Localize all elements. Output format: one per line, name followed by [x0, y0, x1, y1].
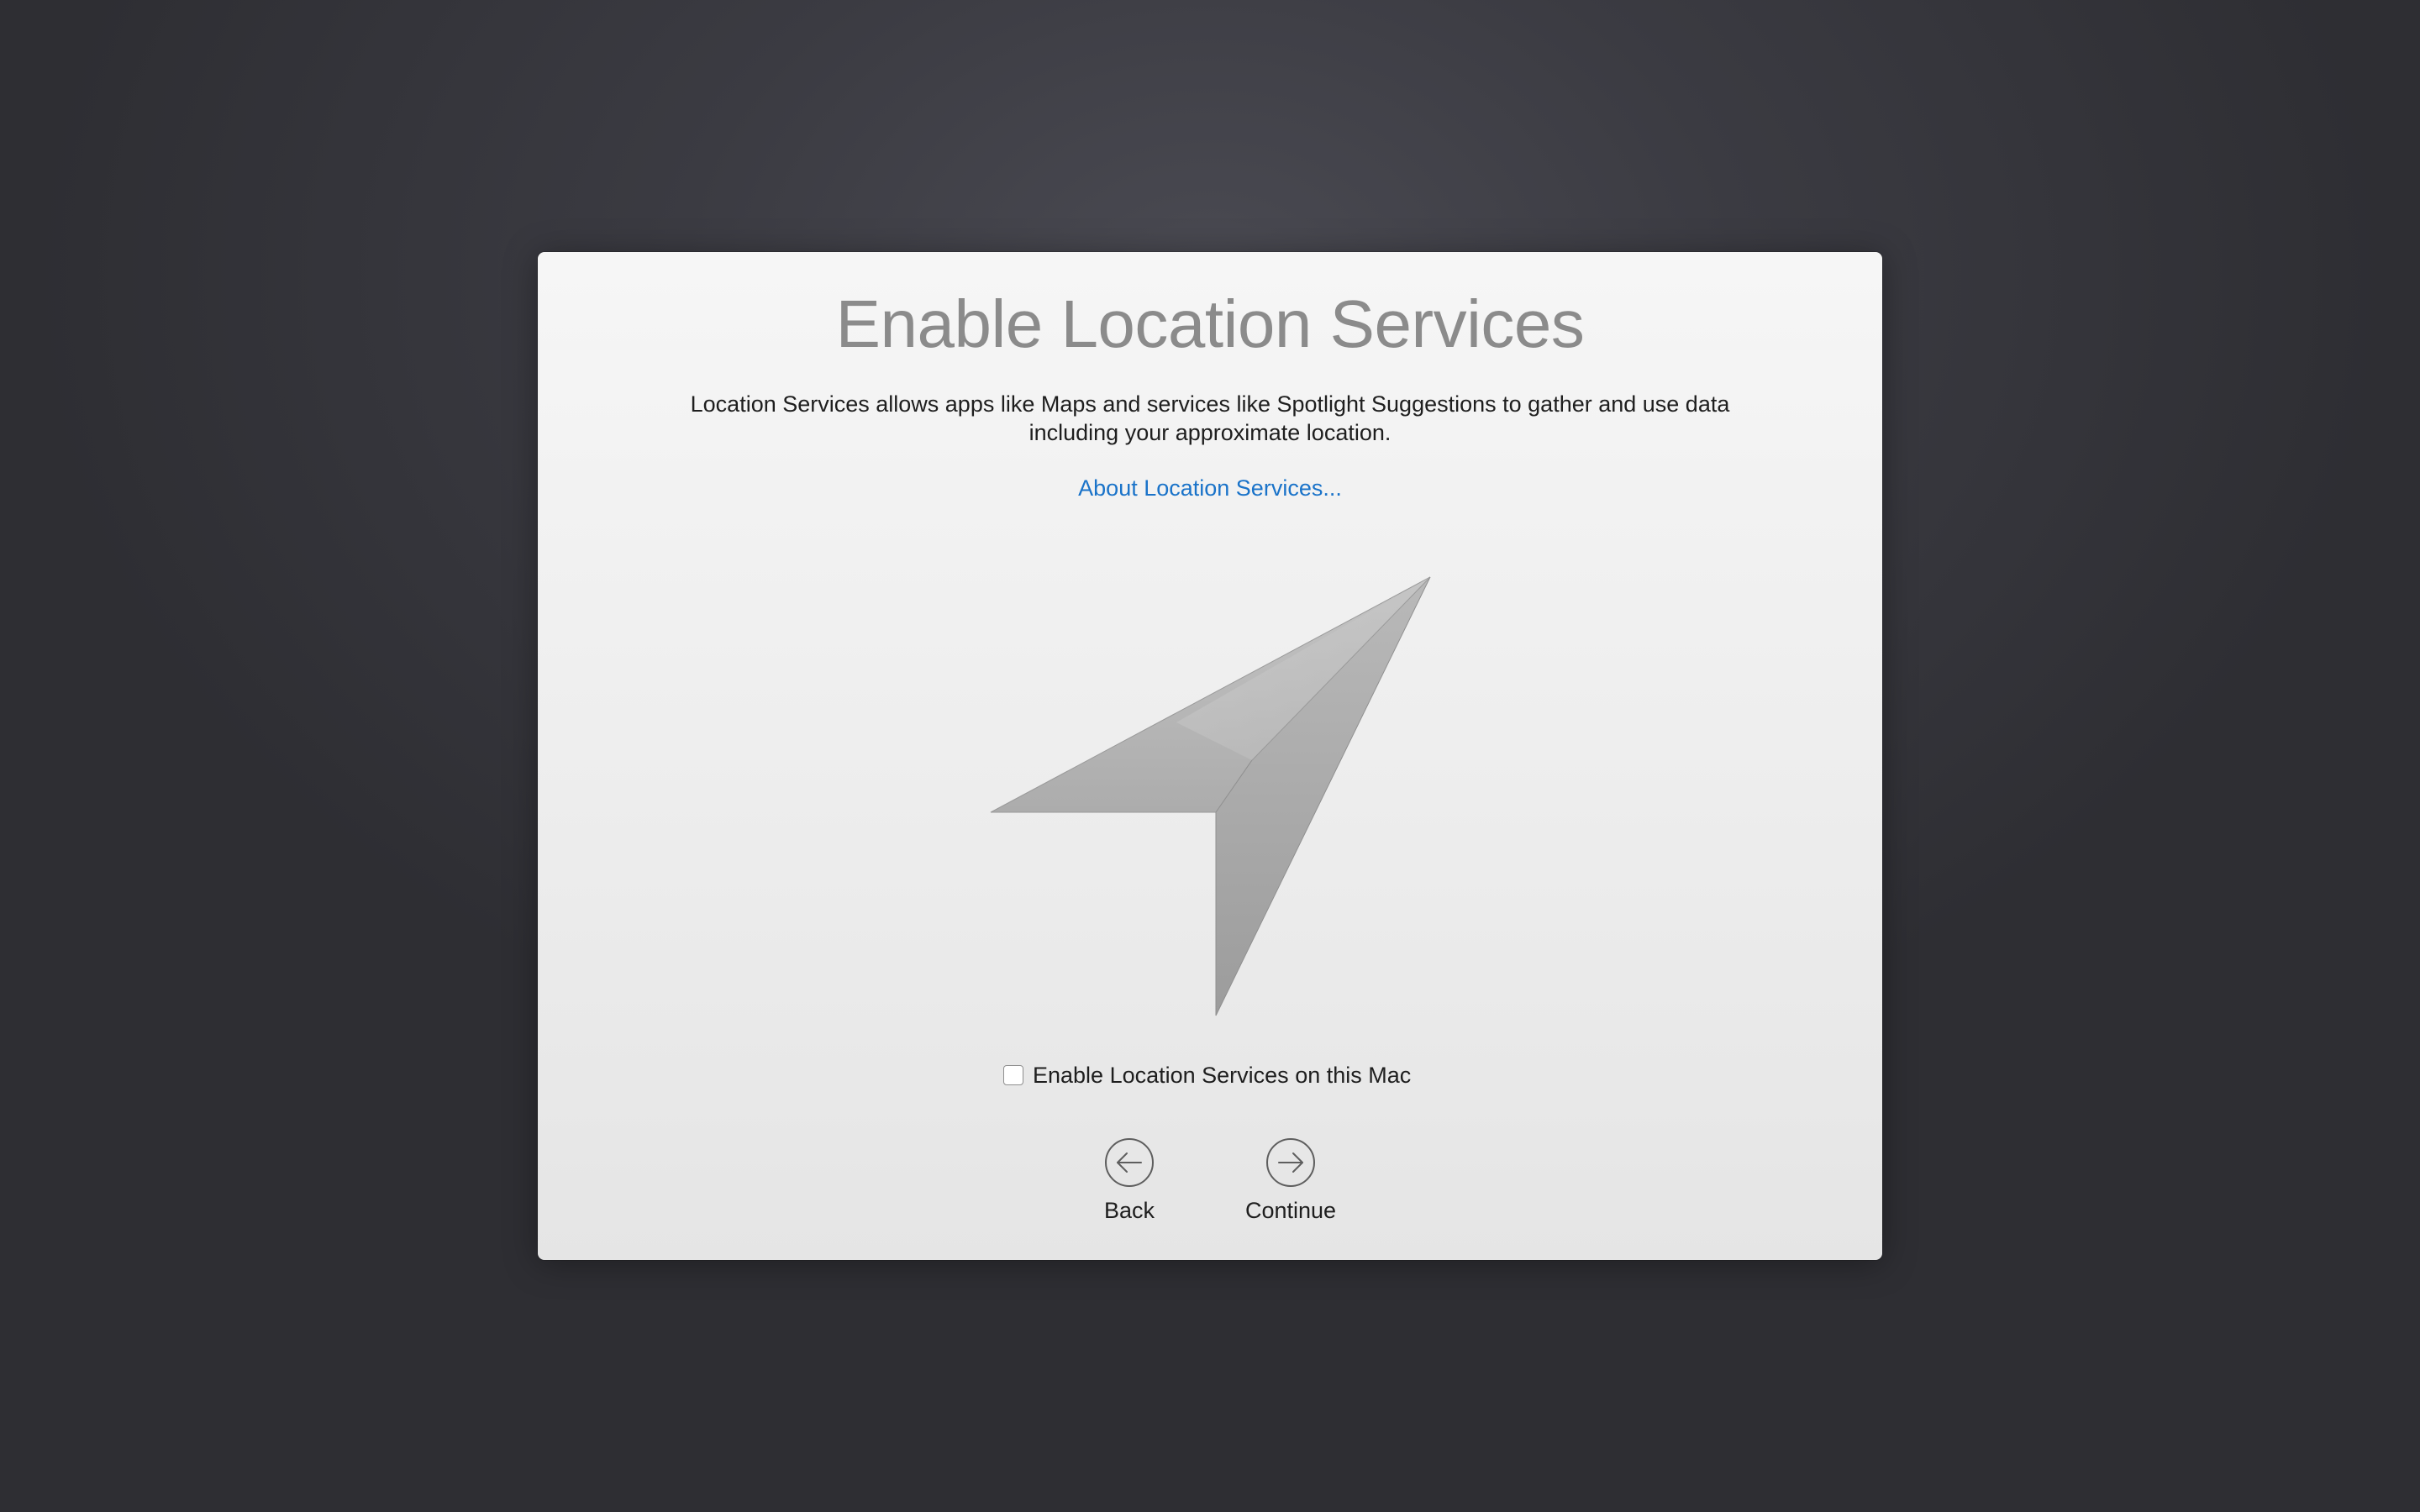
setup-panel: Enable Location Services Location Servic…: [538, 252, 1882, 1260]
description-text: Location Services allows apps like Maps …: [690, 391, 1730, 445]
enable-location-checkbox-row[interactable]: Enable Location Services on this Mac: [1003, 1060, 1411, 1090]
about-location-services-link[interactable]: About Location Services...: [538, 475, 1882, 501]
enable-location-checkbox-label[interactable]: Enable Location Services on this Mac: [1033, 1063, 1411, 1089]
continue-button-label[interactable]: Continue: [1215, 1198, 1366, 1224]
back-button[interactable]: Back: [1054, 1137, 1205, 1238]
enable-location-checkbox[interactable]: [1003, 1065, 1023, 1085]
page-title: Enable Location Services: [835, 286, 1585, 361]
continue-button[interactable]: Continue: [1215, 1137, 1366, 1238]
arrow-right-circle-icon[interactable]: [1265, 1137, 1316, 1188]
back-button-label[interactable]: Back: [1054, 1198, 1205, 1224]
arrow-left-circle-icon[interactable]: [1104, 1137, 1155, 1188]
